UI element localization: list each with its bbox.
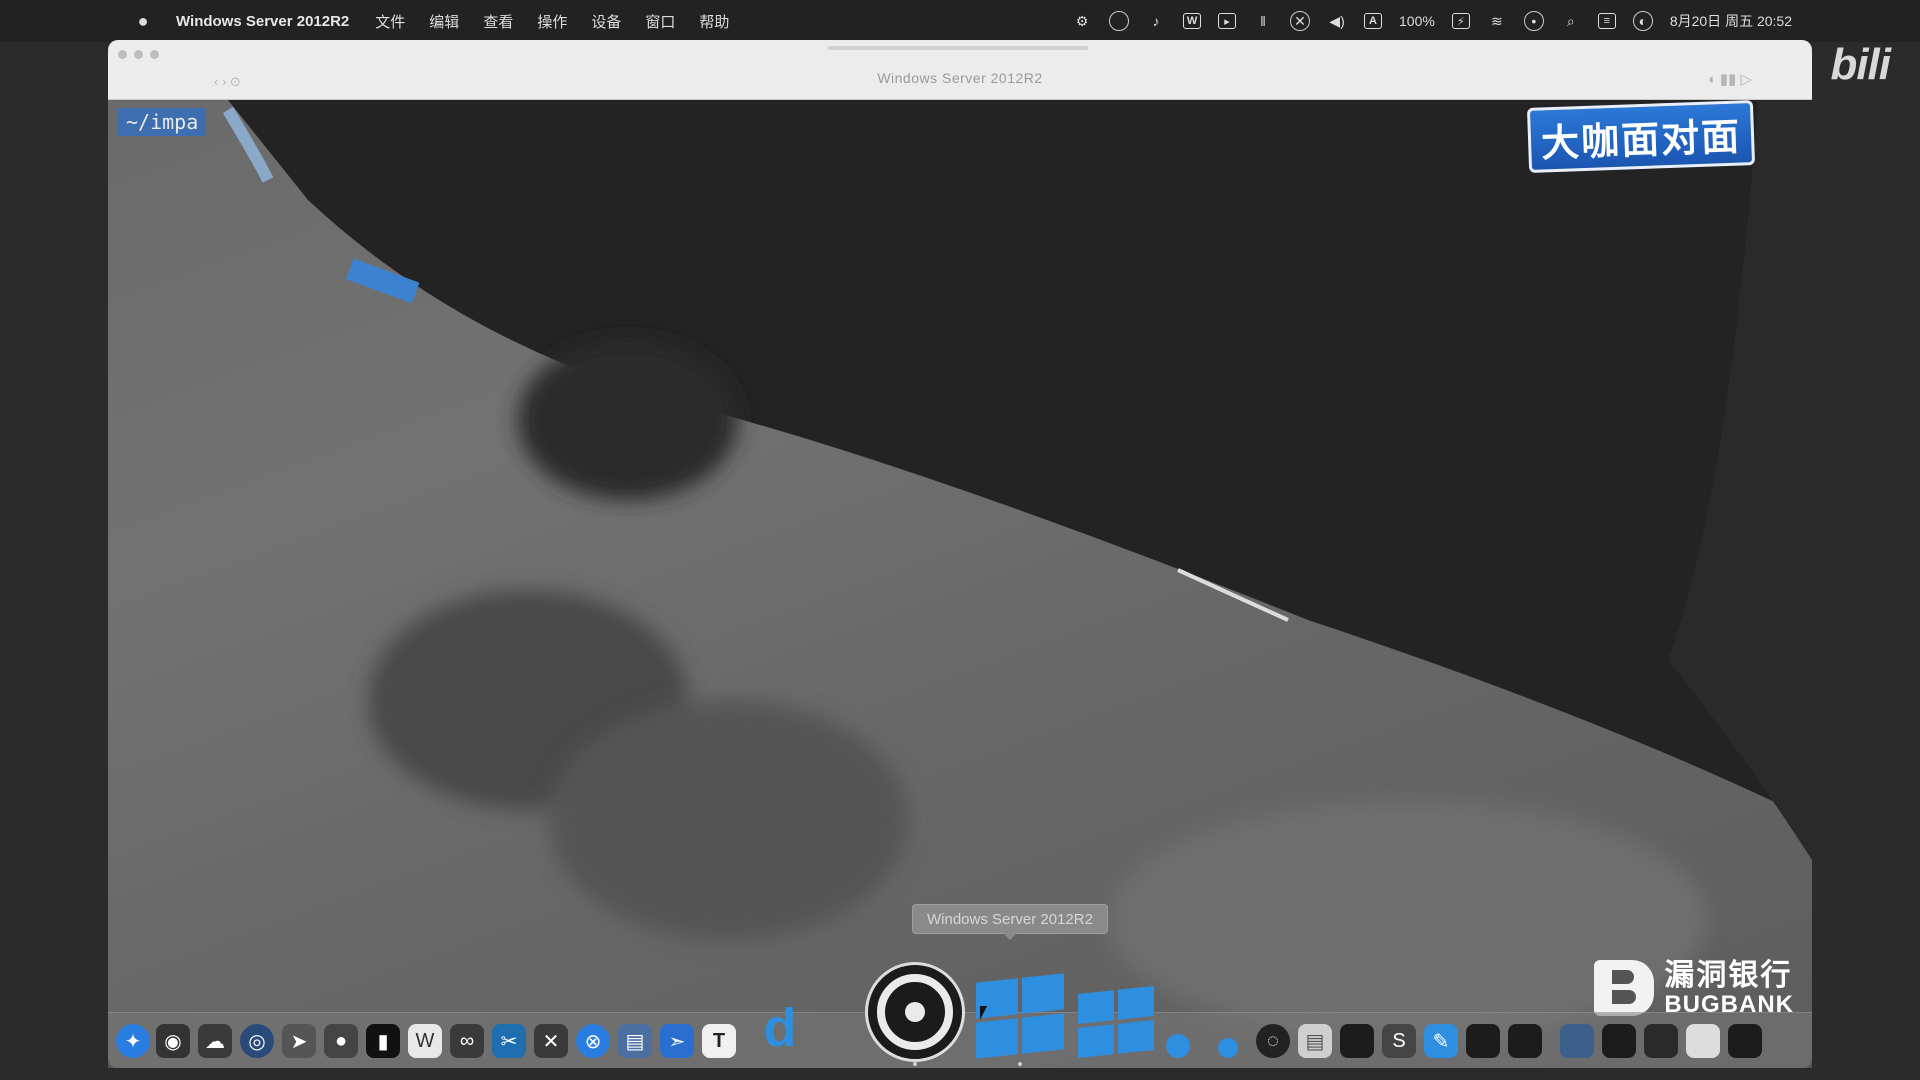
menu-file[interactable]: 文件 (375, 11, 405, 32)
telegram-icon[interactable]: ➤ (282, 1024, 316, 1058)
window-thumb-icon[interactable] (1340, 1024, 1374, 1058)
small-app-icon[interactable] (1218, 1038, 1238, 1058)
menubar-clock[interactable]: 8月20日 周五 20:52 (1670, 11, 1792, 31)
window-thumb-icon[interactable] (1602, 1024, 1636, 1058)
chrome-icon[interactable]: ◎ (240, 1024, 274, 1058)
bugbank-mark-icon (1594, 960, 1655, 1017)
browser-icon[interactable] (1109, 11, 1130, 31)
preview-icon[interactable]: ▤ (618, 1024, 652, 1058)
appstore-icon[interactable]: ⊗ (576, 1024, 610, 1058)
battery-percent: 100% (1399, 13, 1435, 29)
pause-icon[interactable]: ‖ (1253, 11, 1273, 31)
qq-icon[interactable]: ◉ (156, 1024, 190, 1058)
control-center-icon[interactable]: ≡ (1597, 13, 1616, 29)
window-title: Windows Server 2012R2 (877, 70, 1043, 86)
window-thumb-icon[interactable] (1466, 1024, 1500, 1058)
close-icon[interactable] (118, 50, 127, 59)
gear-icon[interactable]: ⚙ (1072, 11, 1092, 31)
safari-icon[interactable]: ✦ (116, 1024, 150, 1058)
folder-icon[interactable]: ▸ (1218, 13, 1237, 29)
obs-icon[interactable] (865, 962, 965, 1062)
tools-icon[interactable]: ✕ (534, 1024, 568, 1058)
wechat-icon[interactable]: ☁ (198, 1024, 232, 1058)
sublime-icon[interactable]: S (1382, 1024, 1416, 1058)
window-titlebar[interactable]: Windows Server 2012R2 ‹ › ⊙ ◖ ▮▮ ▷ (108, 40, 1812, 100)
bilibili-watermark: bili (1830, 40, 1891, 89)
blue-app-icon[interactable] (1166, 1034, 1190, 1058)
back-arrow-icon[interactable]: ‹ › ⊙ (214, 74, 241, 90)
dock: ✦ ◉ ☁ ◎ ➤ ● ▮ W ∞ ✂ ✕ ⊗ ▤ ➣ T d ◌ ▤ S ✎ (108, 962, 1812, 1068)
send-icon[interactable]: ➣ (660, 1024, 694, 1058)
firefox-icon[interactable]: ● (324, 1024, 358, 1058)
search-icon[interactable]: ⌕ (1561, 11, 1581, 31)
apple-menu-icon[interactable]: ● (132, 11, 154, 32)
menu-devices[interactable]: 设备 (591, 11, 621, 32)
talk-show-logo: 大咖面对面 (1526, 100, 1756, 173)
title-bar-blur (828, 46, 1088, 50)
dock-tooltip: Windows Server 2012R2 (912, 904, 1108, 940)
zoom-icon[interactable] (150, 50, 159, 59)
bell-icon[interactable]: ♪ (1146, 11, 1166, 31)
wifi-icon[interactable]: ≋ (1487, 11, 1507, 31)
document-icon[interactable]: ▤ (1298, 1024, 1332, 1058)
running-indicator (913, 1062, 917, 1066)
typora-icon[interactable]: T (702, 1024, 736, 1058)
wps-icon[interactable]: W (408, 1024, 442, 1058)
terminal-path-label: ~/impa (118, 108, 207, 136)
status-area: ⚙ ♪ W ▸ ‖ ✕ ◀) A 100% ⚡ ≋ • ⌕ ≡ ◐ 8月20日 … (1072, 0, 1792, 42)
input-a-icon[interactable]: A (1364, 13, 1383, 29)
mouse-cursor (980, 1006, 987, 1020)
menu-bar: ● Windows Server 2012R2 文件 编辑 查看 操作 设备 窗… (0, 0, 1920, 42)
window-thumb-icon[interactable] (1560, 1024, 1594, 1058)
windows-vm-icon[interactable] (1078, 986, 1154, 1058)
activity-icon[interactable]: ◌ (1256, 1024, 1290, 1058)
feather-icon[interactable]: ✎ (1424, 1024, 1458, 1058)
app-name-menu[interactable]: Windows Server 2012R2 (176, 13, 349, 30)
battery-icon[interactable]: ⚡ (1451, 13, 1470, 29)
menu-view[interactable]: 查看 (483, 11, 513, 32)
menu-edit[interactable]: 编辑 (429, 11, 459, 32)
toolbar-controls-icon[interactable]: ◖ ▮▮ ▷ (1707, 70, 1752, 88)
terminal-icon[interactable]: ▮ (366, 1024, 400, 1058)
window-thumb-icon[interactable] (1686, 1024, 1720, 1058)
xcode-icon[interactable]: ✂ (492, 1024, 526, 1058)
minimize-icon[interactable] (134, 50, 143, 59)
bugbank-cn: 漏洞银行 (1664, 959, 1793, 992)
parallels-icon[interactable]: d (758, 998, 802, 1058)
bugbank-logo: 漏洞银行 BUGBANK (1594, 960, 1794, 1017)
globe-icon[interactable]: ✕ (1290, 11, 1311, 31)
window-thumb-icon[interactable] (1644, 1024, 1678, 1058)
trash-icon[interactable] (1728, 1024, 1762, 1058)
desktop: ● Windows Server 2012R2 文件 编辑 查看 操作 设备 窗… (0, 0, 1920, 1080)
finder-icon[interactable]: ∞ (450, 1024, 484, 1058)
running-indicator (1018, 1062, 1022, 1066)
siri-icon[interactable]: ◐ (1632, 11, 1653, 31)
menu-window[interactable]: 窗口 (645, 11, 675, 32)
user-icon[interactable]: • (1523, 11, 1544, 31)
window-thumb-icon[interactable] (1508, 1024, 1542, 1058)
volume-icon[interactable]: ◀) (1327, 11, 1347, 31)
windows-server-icon[interactable] (976, 973, 1064, 1059)
menu-action[interactable]: 操作 (537, 11, 567, 32)
w-icon[interactable]: W (1183, 13, 1202, 29)
menu-help[interactable]: 帮助 (699, 11, 729, 32)
